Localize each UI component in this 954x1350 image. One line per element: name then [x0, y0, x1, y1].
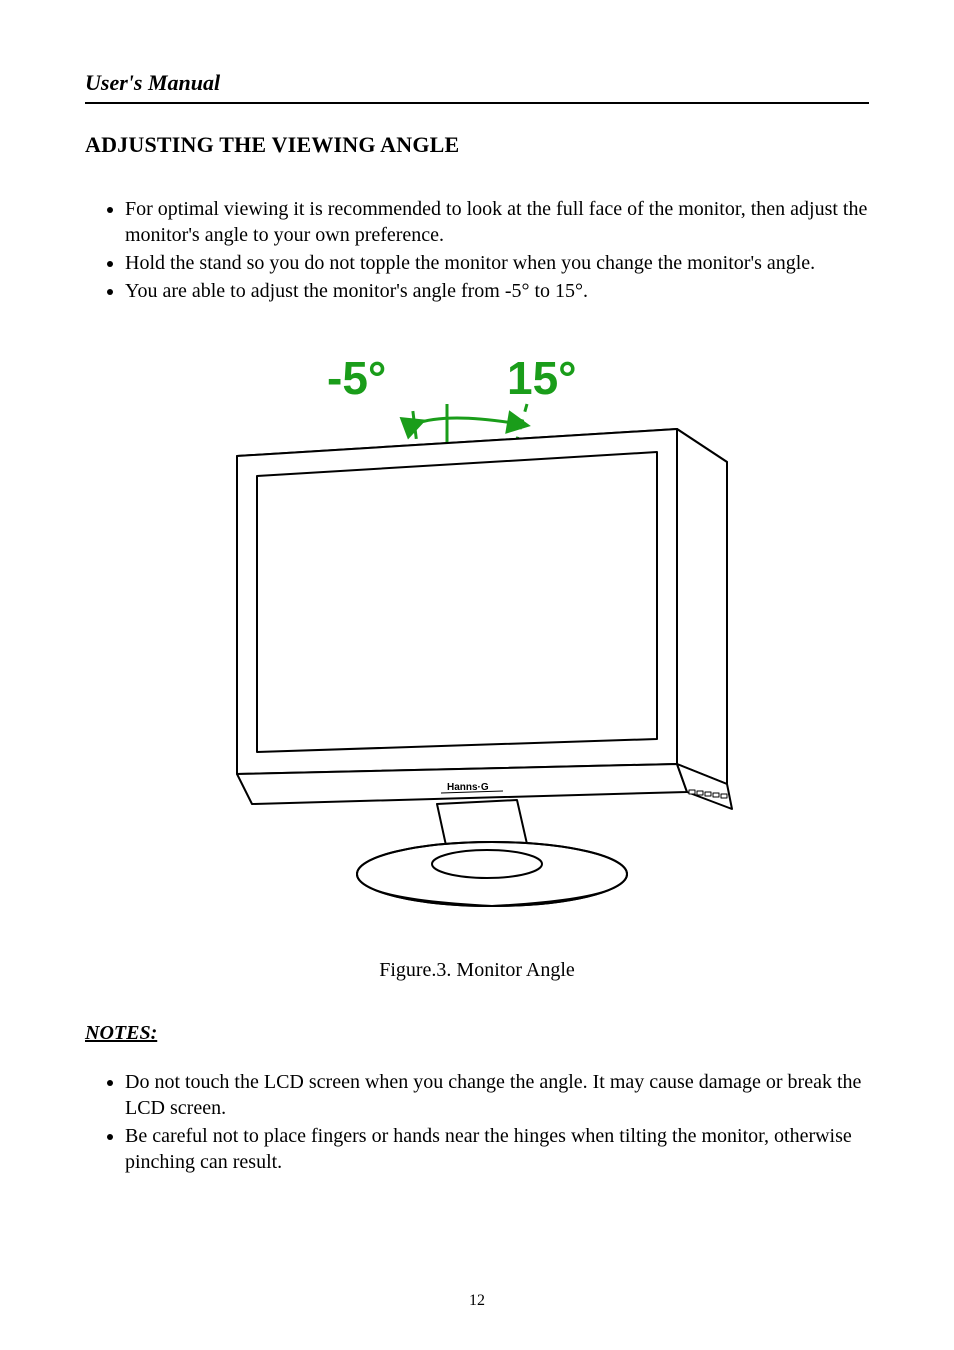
angle-arc — [415, 418, 519, 424]
header-title: User's Manual — [85, 70, 869, 96]
figure: -5° 15° — [85, 344, 869, 939]
list-item: Do not touch the LCD screen when you cha… — [125, 1069, 869, 1121]
monitor-drawing — [237, 429, 732, 906]
list-item: For optimal viewing it is recommended to… — [125, 196, 869, 248]
instruction-list: For optimal viewing it is recommended to… — [85, 196, 869, 304]
section-title: ADJUSTING THE VIEWING ANGLE — [85, 132, 869, 158]
notes-title: NOTES: — [85, 1022, 869, 1045]
list-item: Hold the stand so you do not topple the … — [125, 250, 869, 276]
page: User's Manual ADJUSTING THE VIEWING ANGL… — [0, 0, 954, 1350]
page-number: 12 — [0, 1292, 954, 1310]
header-rule — [85, 102, 869, 104]
list-item: Be careful not to place fingers or hands… — [125, 1123, 869, 1175]
monitor-angle-illustration: -5° 15° — [197, 344, 757, 934]
notes-list: Do not touch the LCD screen when you cha… — [85, 1069, 869, 1175]
angle-right-label: 15° — [507, 352, 577, 404]
figure-caption: Figure.3. Monitor Angle — [85, 959, 869, 982]
list-item: You are able to adjust the monitor's ang… — [125, 278, 869, 304]
angle-left-label: -5° — [327, 352, 386, 404]
